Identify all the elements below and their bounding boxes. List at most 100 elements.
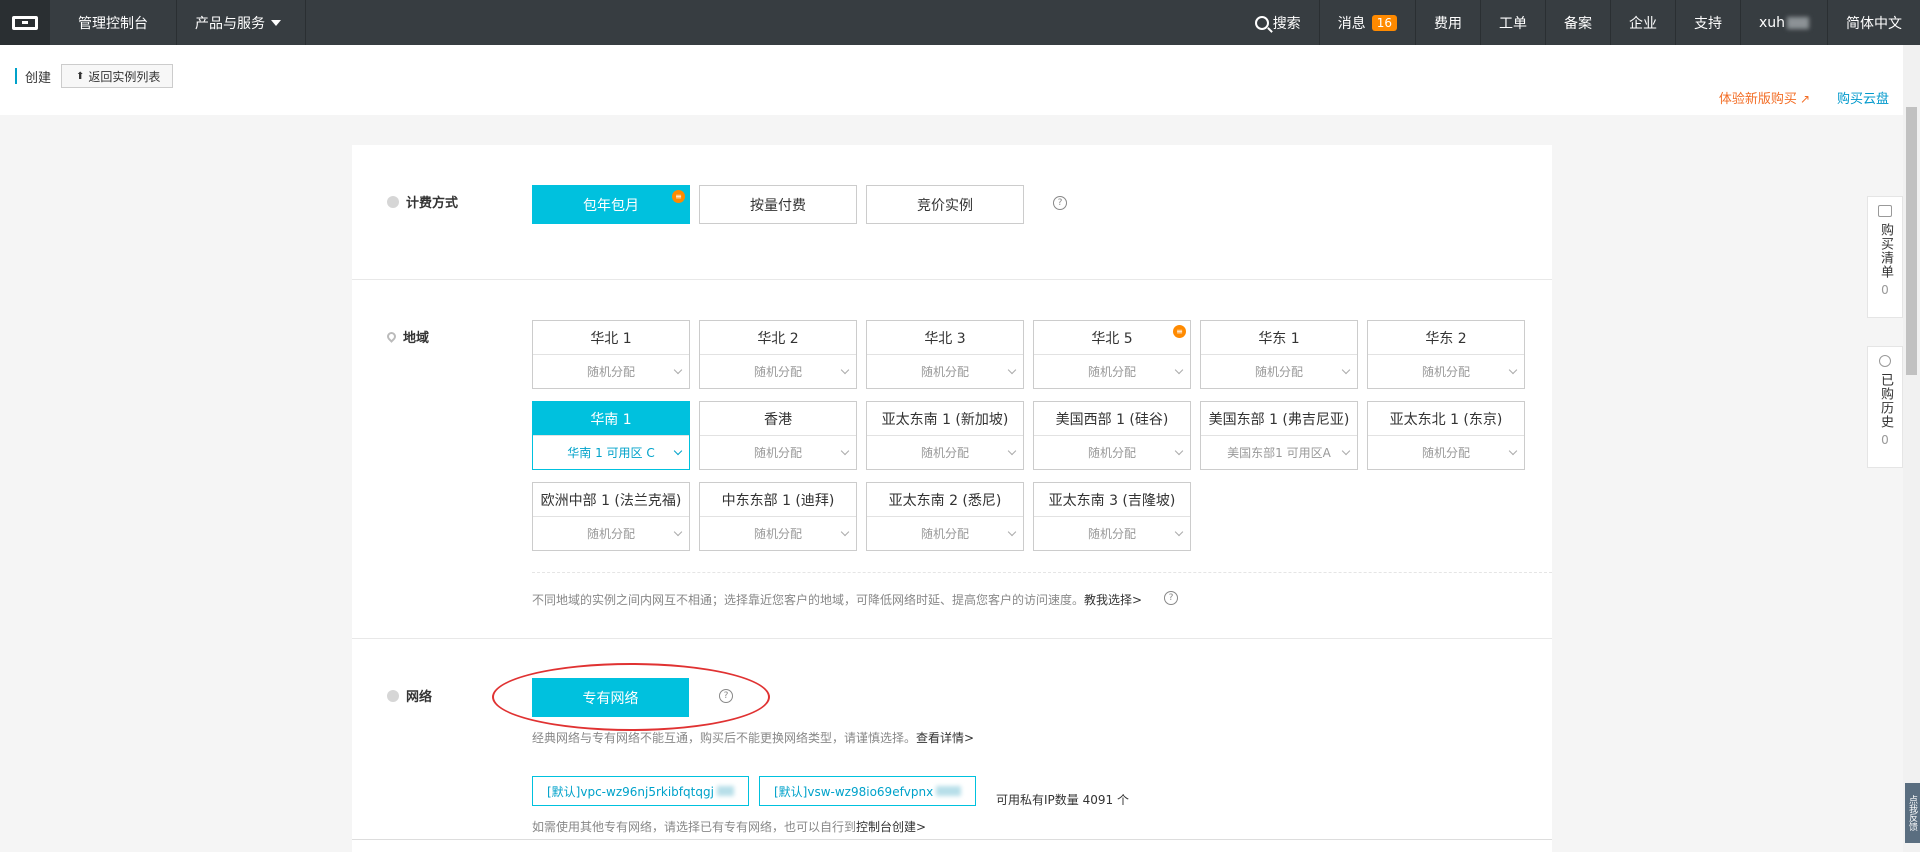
- zone-select[interactable]: 随机分配: [533, 516, 689, 550]
- zone-select[interactable]: 随机分配: [1368, 435, 1524, 469]
- purchase-history-label: 已购历史: [1878, 373, 1893, 429]
- billing-option-pay-as-you-go[interactable]: 按量付费: [699, 185, 857, 224]
- region-label: 地域: [403, 331, 430, 346]
- zone-value: 美国东部1 可用区A: [1227, 446, 1331, 460]
- vswitch-select[interactable]: [默认]vsw-wz98io69efvpnx: [759, 776, 976, 806]
- zone-select[interactable]: 随机分配: [1201, 354, 1357, 388]
- language-switch[interactable]: 简体中文: [1827, 0, 1920, 45]
- buy-disk-link[interactable]: 购买云盘: [1837, 88, 1889, 107]
- chevron-down-icon: [840, 365, 850, 375]
- try-new-label: 体验新版购买: [1718, 92, 1797, 107]
- tickets-link[interactable]: 工单: [1479, 0, 1545, 45]
- enterprise-link[interactable]: 企业: [1609, 0, 1675, 45]
- zone-select[interactable]: 随机分配: [700, 435, 856, 469]
- zone-select[interactable]: 华南 1 可用区 C: [533, 435, 689, 469]
- products-menu[interactable]: 产品与服务: [177, 0, 306, 45]
- shopping-list-tab[interactable]: 购买清单 0: [1867, 196, 1903, 318]
- region-card-huadong1[interactable]: 华东 1 随机分配: [1200, 320, 1358, 389]
- region-card-huabei3[interactable]: 华北 3 随机分配: [866, 320, 1024, 389]
- chevron-down-icon: [1508, 365, 1518, 375]
- billing-option-label: 按量付费: [750, 197, 806, 214]
- page-scrollbar[interactable]: [1903, 45, 1920, 852]
- region-card-huabei1[interactable]: 华北 1 随机分配: [532, 320, 690, 389]
- zone-select[interactable]: 随机分配: [1034, 435, 1190, 469]
- zone-select[interactable]: 随机分配: [867, 435, 1023, 469]
- billing-option-spot-instance[interactable]: 竞价实例: [866, 185, 1024, 224]
- billing-section-label: 计费方式: [387, 192, 458, 211]
- region-hint-text: 不同地域的实例之间内网互不相通；选择靠近您客户的地域，可降低网络时延、提高您客户…: [532, 593, 1085, 607]
- user-menu[interactable]: xuh: [1739, 0, 1827, 45]
- shopping-list-count: 0: [1881, 283, 1889, 297]
- region-name: 亚太东南 1 (新加坡): [881, 411, 1009, 428]
- region-name: 华东 1: [1258, 330, 1300, 347]
- messages-button[interactable]: 消息 16: [1318, 0, 1415, 45]
- purchase-history-tab[interactable]: 已购历史 0: [1867, 346, 1903, 468]
- region-card-tokyo[interactable]: 亚太东北 1 (东京) 随机分配: [1367, 401, 1525, 470]
- region-card-sydney[interactable]: 亚太东南 2 (悉尼) 随机分配: [866, 482, 1024, 551]
- network-hint-text: 经典网络与专有网络不能互通，购买后不能更换网络类型，请谨慎选择。: [532, 731, 917, 745]
- region-help-icon[interactable]: ?: [1164, 591, 1178, 605]
- title-accent-bar: [15, 68, 17, 84]
- billing-option-label: 竞价实例: [917, 197, 973, 214]
- feedback-button[interactable]: 点我反馈: [1905, 783, 1920, 843]
- billing-help-icon[interactable]: ?: [1053, 196, 1067, 210]
- console-link[interactable]: 管理控制台: [50, 0, 177, 45]
- vswitch-value: [默认]vsw-wz98io69efvpnx: [774, 784, 934, 799]
- back-to-instance-list-button[interactable]: ⬆ 返回实例列表: [61, 64, 174, 88]
- zone-select[interactable]: 随机分配: [700, 516, 856, 550]
- page-title: 创建: [25, 71, 52, 86]
- redacted-username: [1787, 16, 1809, 29]
- zone-select[interactable]: 随机分配: [867, 354, 1023, 388]
- network-label: 网络: [406, 690, 433, 705]
- zone-select[interactable]: 随机分配: [1034, 516, 1190, 550]
- support-link[interactable]: 支持: [1674, 0, 1740, 45]
- region-card-kuala-lumpur[interactable]: 亚太东南 3 (吉隆坡) 随机分配: [1033, 482, 1191, 551]
- icp-link[interactable]: 备案: [1544, 0, 1610, 45]
- view-details-link[interactable]: 查看详情>: [916, 731, 974, 745]
- zone-value: 随机分配: [920, 365, 969, 379]
- chevron-down-icon: [1007, 527, 1017, 537]
- region-card-huadong2[interactable]: 华东 2 随机分配: [1367, 320, 1525, 389]
- zone-select[interactable]: 随机分配: [1034, 354, 1190, 388]
- region-card-huanan1[interactable]: 华南 1 华南 1 可用区 C: [532, 401, 690, 470]
- dashed-divider: [532, 572, 1552, 573]
- billing-option-subscription[interactable]: 包年包月 ≡: [532, 185, 690, 224]
- search-icon: [1254, 15, 1269, 30]
- console-create-link[interactable]: 控制台创建>: [856, 820, 926, 834]
- zone-value: 随机分配: [1421, 446, 1470, 460]
- billing-link[interactable]: 费用: [1414, 0, 1480, 45]
- zone-select[interactable]: 随机分配: [1368, 354, 1524, 388]
- region-card-hongkong[interactable]: 香港 随机分配: [699, 401, 857, 470]
- region-name: 香港: [764, 411, 792, 428]
- zone-select[interactable]: 随机分配: [700, 354, 856, 388]
- section-divider: [352, 279, 1552, 280]
- try-new-purchase-link[interactable]: 体验新版购买 ↗: [1719, 88, 1810, 107]
- network-help-icon[interactable]: ?: [719, 689, 733, 703]
- chevron-down-icon: [1341, 446, 1351, 456]
- clock-icon: [1879, 355, 1891, 367]
- region-card-huabei5[interactable]: 华北 5 随机分配 ≡: [1033, 320, 1191, 389]
- cart-icon: [1878, 205, 1892, 217]
- region-card-dubai[interactable]: 中东东部 1 (迪拜) 随机分配: [699, 482, 857, 551]
- region-card-frankfurt[interactable]: 欧洲中部 1 (法兰克福) 随机分配: [532, 482, 690, 551]
- caret-down-icon: [271, 19, 281, 26]
- chevron-down-icon: [1007, 446, 1017, 456]
- how-to-choose-link[interactable]: 教我选择>: [1084, 593, 1142, 607]
- region-name: 美国西部 1 (硅谷): [1055, 411, 1169, 428]
- region-card-virginia[interactable]: 美国东部 1 (弗吉尼亚) 美国东部1 可用区A: [1200, 401, 1358, 470]
- zone-select[interactable]: 随机分配: [533, 354, 689, 388]
- search-button[interactable]: 搜索: [1237, 0, 1319, 45]
- region-name: 华北 1: [590, 330, 632, 347]
- zone-select[interactable]: 美国东部1 可用区A: [1201, 435, 1357, 469]
- network-hint: 经典网络与专有网络不能互通，购买后不能更换网络类型，请谨慎选择。查看详情>: [532, 729, 974, 746]
- aliyun-logo-icon[interactable]: [0, 0, 50, 45]
- region-card-huabei2[interactable]: 华北 2 随机分配: [699, 320, 857, 389]
- region-card-silicon-valley[interactable]: 美国西部 1 (硅谷) 随机分配: [1033, 401, 1191, 470]
- zone-select[interactable]: 随机分配: [867, 516, 1023, 550]
- vpc-select[interactable]: [默认]vpc-wz96nj5rkibfqtqgj: [532, 776, 749, 806]
- region-name: 中东东部 1 (迪拜): [721, 492, 835, 509]
- chevron-down-icon: [673, 365, 683, 375]
- scrollbar-thumb[interactable]: [1906, 107, 1917, 375]
- chevron-down-icon: [840, 527, 850, 537]
- region-card-singapore[interactable]: 亚太东南 1 (新加坡) 随机分配: [866, 401, 1024, 470]
